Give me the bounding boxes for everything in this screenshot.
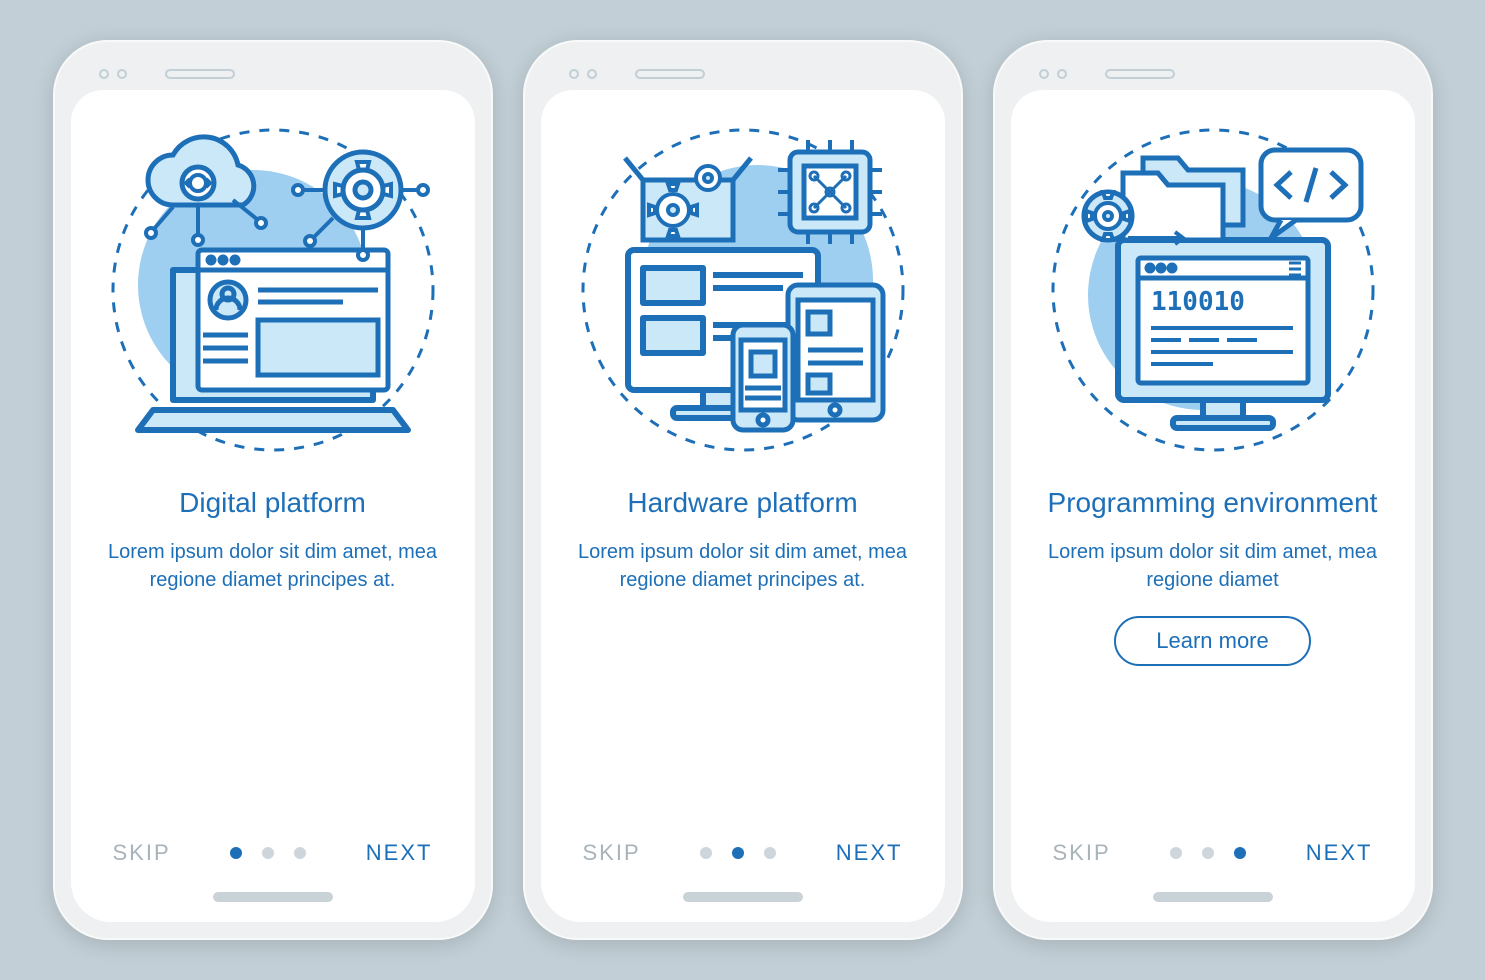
phone-frame-2: Hardware platform Lorem ipsum dolor sit … bbox=[523, 40, 963, 940]
programming-environment-illustration: 110010 bbox=[1043, 120, 1383, 460]
onboarding-screen-1: Digital platform Lorem ipsum dolor sit d… bbox=[71, 90, 475, 922]
page-dot-3[interactable] bbox=[764, 847, 776, 859]
onboarding-description: Lorem ipsum dolor sit dim amet, mea regi… bbox=[103, 538, 443, 594]
onboarding-screen-2: Hardware platform Lorem ipsum dolor sit … bbox=[541, 90, 945, 922]
next-button[interactable]: NEXT bbox=[366, 840, 433, 866]
onboarding-description: Lorem ipsum dolor sit dim amet, mea regi… bbox=[573, 538, 913, 594]
digital-platform-illustration bbox=[103, 120, 443, 460]
phone-frame-1: Digital platform Lorem ipsum dolor sit d… bbox=[53, 40, 493, 940]
onboarding-description: Lorem ipsum dolor sit dim amet, mea regi… bbox=[1043, 538, 1383, 594]
onboarding-title: Programming environment bbox=[1048, 485, 1378, 520]
onboarding-screen-3: 110010 bbox=[1011, 90, 1415, 922]
home-indicator bbox=[213, 892, 333, 902]
onboarding-nav: SKIP NEXT bbox=[1041, 840, 1385, 874]
page-dot-1[interactable] bbox=[230, 847, 242, 859]
page-indicator bbox=[230, 847, 306, 859]
hardware-platform-illustration bbox=[573, 120, 913, 460]
next-button[interactable]: NEXT bbox=[836, 840, 903, 866]
learn-more-button[interactable]: Learn more bbox=[1114, 616, 1311, 666]
phone-frame-3: 110010 bbox=[993, 40, 1433, 940]
page-dot-3[interactable] bbox=[1234, 847, 1246, 859]
page-dot-1[interactable] bbox=[1170, 847, 1182, 859]
phone-top-bar bbox=[541, 58, 945, 90]
page-indicator bbox=[700, 847, 776, 859]
page-indicator bbox=[1170, 847, 1246, 859]
page-dot-1[interactable] bbox=[700, 847, 712, 859]
home-indicator bbox=[1153, 892, 1273, 902]
onboarding-title: Hardware platform bbox=[627, 485, 857, 520]
page-dot-3[interactable] bbox=[294, 847, 306, 859]
onboarding-nav: SKIP NEXT bbox=[571, 840, 915, 874]
home-indicator bbox=[683, 892, 803, 902]
next-button[interactable]: NEXT bbox=[1306, 840, 1373, 866]
onboarding-title: Digital platform bbox=[179, 485, 366, 520]
onboarding-nav: SKIP NEXT bbox=[101, 840, 445, 874]
page-dot-2[interactable] bbox=[262, 847, 274, 859]
page-dot-2[interactable] bbox=[732, 847, 744, 859]
skip-button[interactable]: SKIP bbox=[583, 840, 641, 866]
phone-top-bar bbox=[1011, 58, 1415, 90]
skip-button[interactable]: SKIP bbox=[113, 840, 171, 866]
page-dot-2[interactable] bbox=[1202, 847, 1214, 859]
phone-top-bar bbox=[71, 58, 475, 90]
svg-text:110010: 110010 bbox=[1151, 287, 1245, 317]
skip-button[interactable]: SKIP bbox=[1053, 840, 1111, 866]
